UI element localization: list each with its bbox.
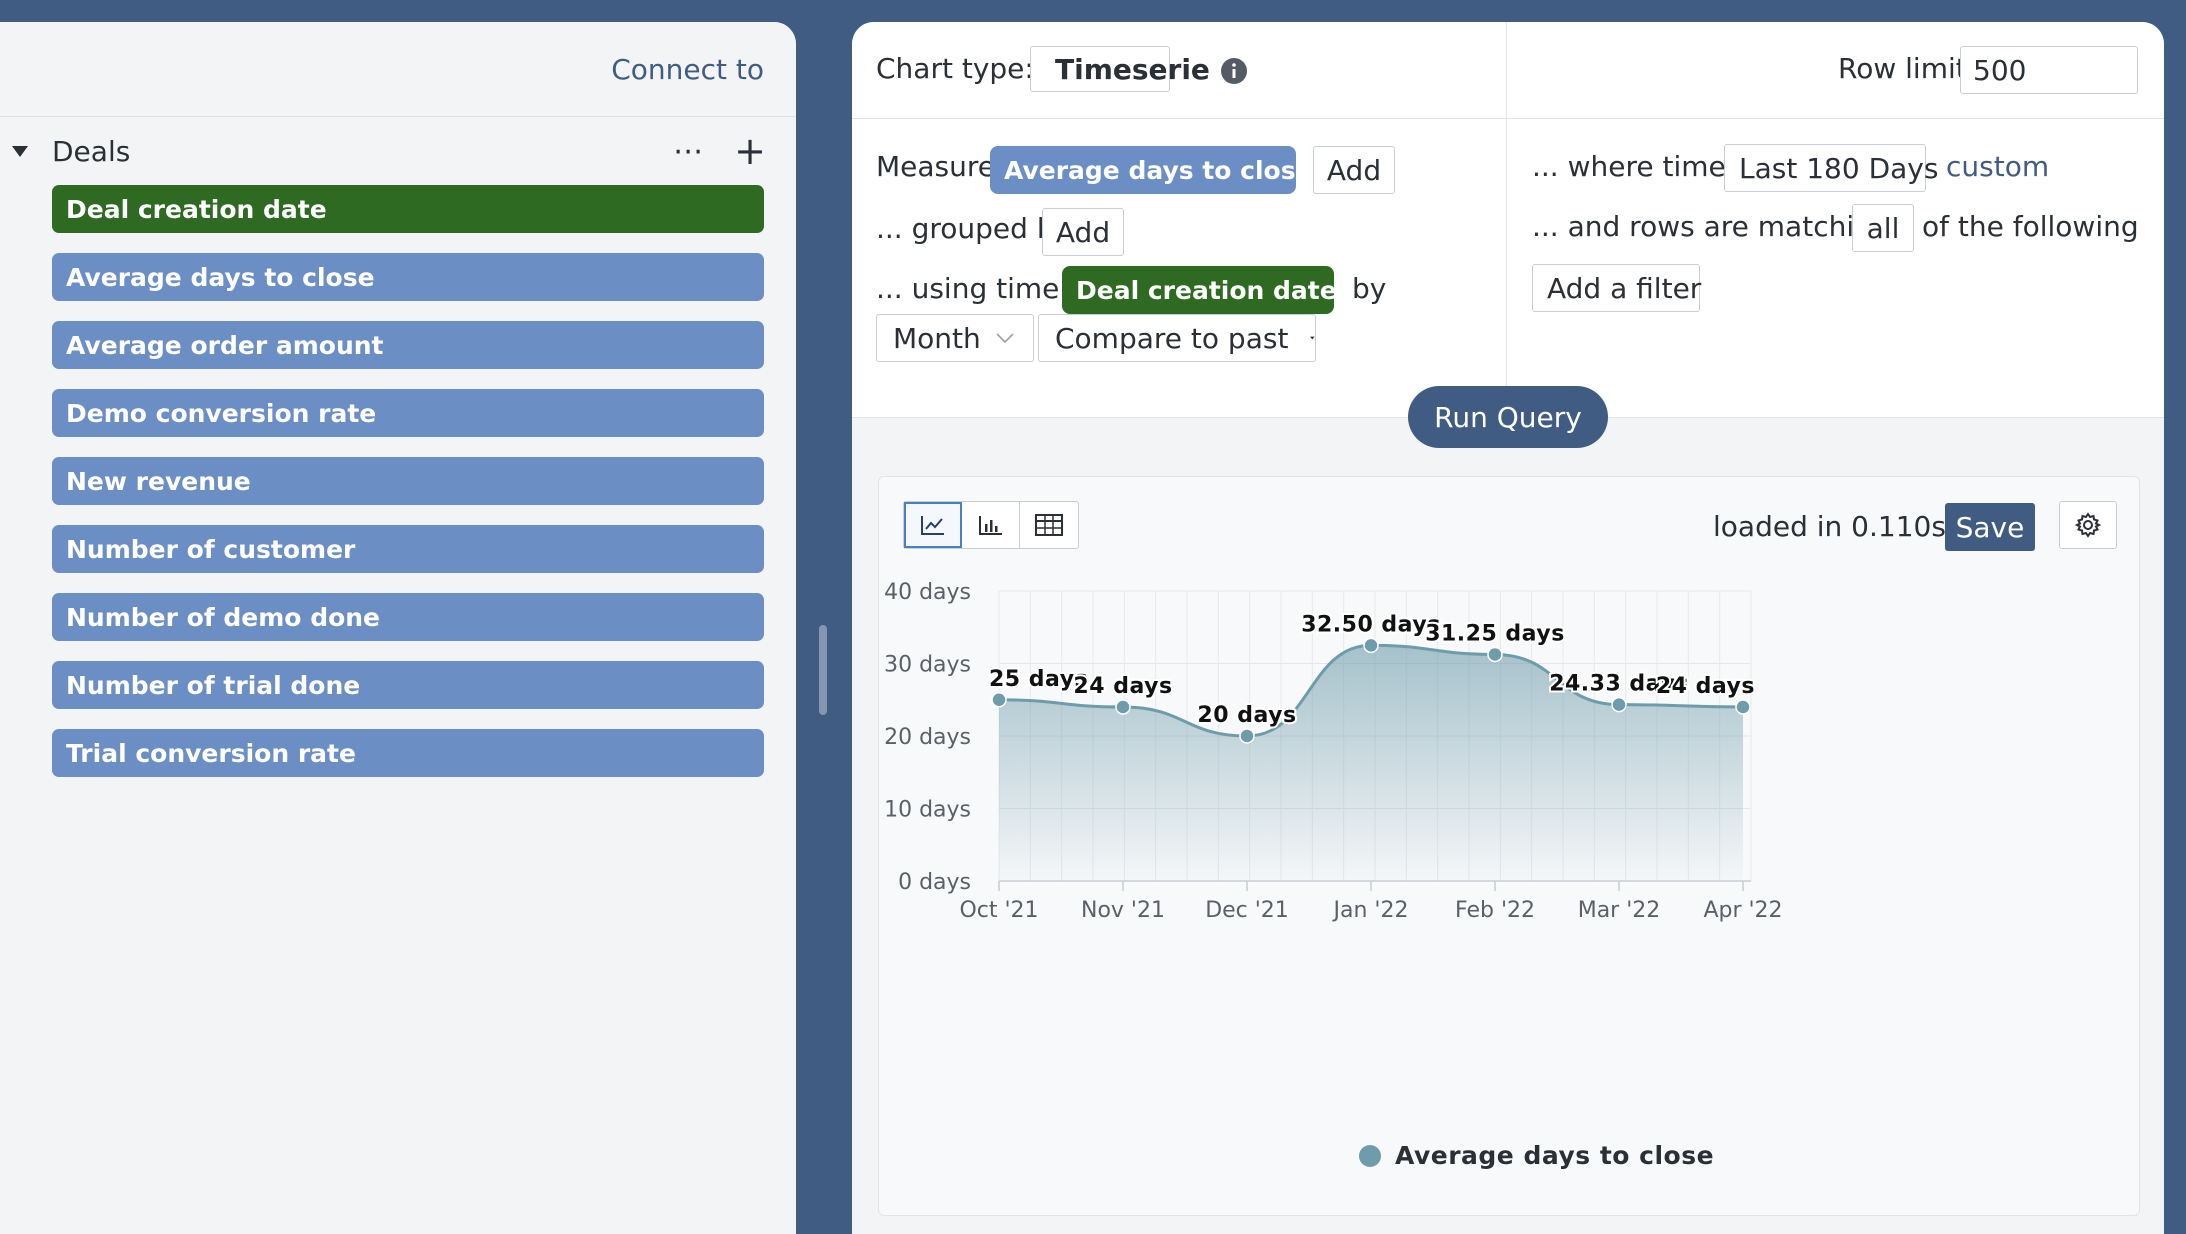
member-item[interactable]: Trial conversion rate: [52, 729, 764, 777]
member-item[interactable]: Deal creation date: [52, 185, 764, 233]
chevron-down-icon: [996, 333, 1014, 344]
custom-link[interactable]: custom: [1946, 150, 2049, 183]
run-query-button[interactable]: Run Query: [1408, 386, 1608, 448]
y-tick-label: 30 days: [884, 653, 971, 678]
member-item[interactable]: Average days to close: [52, 253, 764, 301]
compare-select[interactable]: Compare to past: [1038, 314, 1316, 362]
caret-down-icon: [1310, 336, 1315, 340]
bar-chart-view-button[interactable]: [962, 502, 1020, 548]
line-chart-icon: [921, 516, 944, 535]
divider: [852, 118, 2164, 119]
row-limit-label: Row limit: [1838, 52, 1967, 85]
granularity-select[interactable]: Month: [876, 314, 1034, 362]
bar-chart-icon: [978, 516, 1002, 535]
y-tick-label: 20 days: [884, 725, 971, 750]
caret-down-icon[interactable]: [12, 145, 28, 157]
x-tick-label: Jan '22: [1332, 898, 1409, 923]
data-point: [1611, 696, 1627, 713]
measure-add-button[interactable]: Add: [1313, 146, 1395, 194]
grouped-by-add-button[interactable]: Add: [1042, 208, 1124, 256]
data-label: 32.50 days: [1301, 612, 1441, 637]
table-icon: [1035, 514, 1063, 536]
more-icon[interactable]: ⋯: [673, 134, 704, 169]
match-mode-select[interactable]: all: [1852, 204, 1914, 252]
data-point: [991, 692, 1007, 708]
chart-type-value: Timeserie: [1055, 52, 1210, 86]
member-item[interactable]: Number of customer: [52, 525, 764, 573]
query-builder-panel: Chart type: Timeserie Row limit 500 Meas…: [852, 22, 2164, 1234]
panel-resize-handle[interactable]: [819, 625, 827, 715]
gear-icon: [2074, 512, 2102, 538]
y-tick-label: 10 days: [884, 798, 971, 823]
legend-label: Average days to close: [1395, 1141, 1715, 1170]
data-point: [1239, 728, 1255, 744]
data-point: [1735, 699, 1751, 715]
time-dimension-pill[interactable]: Deal creation date: [1062, 266, 1337, 314]
schema-sidebar: Connect to Deals ⋯ + Deal creation date A…: [0, 22, 796, 1234]
x-tick-label: Mar '22: [1578, 898, 1661, 923]
member-item[interactable]: New revenue: [52, 457, 764, 505]
add-filter-button[interactable]: Add a filter: [1532, 264, 1701, 312]
table-view-button[interactable]: [1020, 502, 1078, 548]
data-point: [1363, 637, 1379, 654]
granularity-value: Month: [893, 321, 981, 355]
data-label: 31.25 days: [1425, 621, 1565, 646]
info-icon[interactable]: [1220, 57, 1248, 85]
chart-legend[interactable]: Average days to close: [1359, 1141, 1714, 1170]
divider: [1506, 22, 1507, 418]
line-chart-view-button[interactable]: [904, 502, 962, 548]
result-card: loaded in 0.110s Save 0 days 10 days 20 da…: [878, 476, 2140, 1216]
load-time-text: loaded in 0.110s: [1713, 509, 1946, 543]
member-list: Deal creation date Average days to close A…: [0, 185, 796, 777]
x-tick-label: Feb '22: [1455, 898, 1535, 923]
x-tick-label: Dec '21: [1205, 898, 1289, 923]
data-label: 24 days: [1656, 674, 1755, 699]
plus-icon[interactable]: +: [734, 132, 766, 170]
of-following-label: of the following: [1922, 210, 2139, 243]
data-label: 24 days: [1073, 674, 1172, 699]
connect-link[interactable]: Connect to: [611, 53, 764, 86]
row-limit-input[interactable]: 500: [1960, 46, 2138, 94]
x-tick-label: Apr '22: [1703, 898, 1782, 923]
rows-matching-label: ... and rows are matching: [1532, 210, 1890, 243]
group-name: Deals: [52, 134, 131, 168]
sidebar-header: Connect to: [0, 22, 796, 117]
x-tick-label: Oct '21: [959, 898, 1038, 923]
query-area: Chart type: Timeserie Row limit 500 Meas…: [852, 22, 2164, 418]
member-item[interactable]: Demo conversion rate: [52, 389, 764, 437]
row-limit-value: 500: [1973, 53, 2027, 87]
member-item[interactable]: Number of demo done: [52, 593, 764, 641]
timeseries-chart: 0 days 10 days 20 days 30 days 40 days Oct '2…: [884, 580, 1782, 923]
legend-marker: [1359, 1144, 1381, 1167]
settings-button[interactable]: [2059, 501, 2117, 549]
compare-value: Compare to past: [1055, 321, 1289, 355]
x-tick-label: Nov '21: [1081, 898, 1165, 923]
visualization-switch: [903, 501, 1079, 549]
member-item[interactable]: Average order amount: [52, 321, 764, 369]
by-label: by: [1352, 272, 1387, 305]
group-header-deals[interactable]: Deals ⋯ +: [0, 117, 796, 185]
save-button[interactable]: Save: [1945, 503, 2035, 551]
member-item[interactable]: Number of trial done: [52, 661, 764, 709]
time-range-select[interactable]: Last 180 Days: [1724, 144, 1938, 192]
y-tick-label: 0 days: [898, 870, 971, 895]
data-point: [1487, 646, 1503, 663]
chart-type-select[interactable]: Timeserie: [1030, 46, 1210, 92]
data-label: 20 days: [1197, 703, 1296, 728]
measure-label: Measure: [876, 150, 995, 183]
chart-type-label: Chart type:: [876, 52, 1034, 85]
data-point: [1115, 699, 1131, 715]
measure-pill[interactable]: Average days to close: [990, 146, 1313, 194]
y-tick-label: 40 days: [884, 580, 971, 605]
